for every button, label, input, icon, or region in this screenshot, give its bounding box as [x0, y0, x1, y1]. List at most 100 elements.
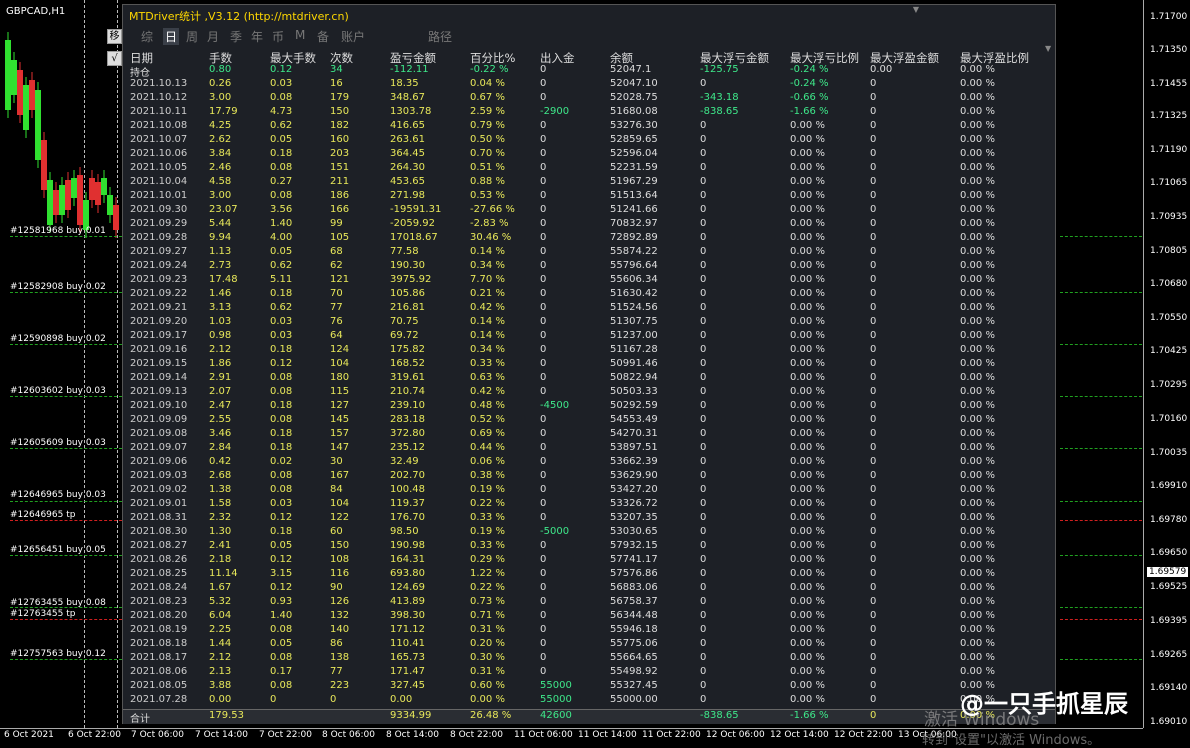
move-button[interactable]: 移 — [107, 29, 122, 44]
candle-body — [11, 60, 17, 95]
cell-9: -0.66 % — [790, 92, 829, 103]
cell-8: 0 — [700, 386, 707, 397]
cell-10: 0 — [870, 652, 877, 663]
cell-4: 190.98 — [390, 540, 425, 551]
cell-8: 0 — [700, 596, 707, 607]
cell-2: 0.62 — [270, 302, 293, 313]
cell-9: 0.00 % — [790, 358, 825, 369]
cell-8: 0 — [700, 512, 707, 523]
price-axis[interactable]: 1.71700 1.71350 1.71455 1.71325 1.71190 1.710… — [1143, 0, 1190, 728]
cell-1: 3.46 — [209, 428, 232, 439]
cell-2: 0.08 — [270, 652, 293, 663]
tab-5[interactable]: 年 — [251, 28, 263, 45]
tab-1[interactable]: 日 — [163, 28, 180, 45]
cell-9: -1.66 % — [790, 106, 829, 117]
cell-11: 0.00 % — [960, 274, 995, 285]
order-line — [1060, 659, 1142, 660]
cell-0: 2021.08.17 — [130, 652, 188, 663]
cell-6: 0 — [540, 218, 547, 229]
table-row: 2021.08.19 2.25 0.08 140 171.12 0.31 % 0 55946.… — [123, 624, 1055, 638]
cell-1: 2.62 — [209, 134, 232, 145]
cell-2: 0.18 — [270, 428, 293, 439]
cell-7: 53207.35 — [610, 512, 658, 523]
cell-1: 1.86 — [209, 358, 232, 369]
cell-3: 70 — [330, 288, 343, 299]
cell-5: 0.44 % — [470, 442, 505, 453]
cell-5: 0.51 % — [470, 162, 505, 173]
cell-6: 0 — [540, 498, 547, 509]
cell-4: 210.74 — [390, 386, 425, 397]
cell-6: 0 — [540, 442, 547, 453]
cell-1: 1.44 — [209, 638, 232, 649]
cell-10: 0 — [870, 540, 877, 551]
table-row: 2021.08.23 5.32 0.93 126 413.89 0.73 % 0 56758.… — [123, 596, 1055, 610]
cell-9: -0.24 % — [790, 78, 829, 89]
cell-6: 0 — [540, 134, 547, 145]
cell-0: 2021.09.02 — [130, 484, 188, 495]
cell-2: 0.18 — [270, 288, 293, 299]
order-line — [10, 292, 122, 293]
order-label: #12605609 buy 0.03 — [10, 438, 106, 448]
cell-6: 0 — [540, 470, 547, 481]
cell-0: 2021.08.05 — [130, 680, 188, 691]
cell-4: 32.49 — [390, 456, 419, 467]
cell-0: 2021.10.13 — [130, 78, 188, 89]
check-button[interactable]: √ — [107, 51, 122, 66]
cell-1: 17.48 — [209, 274, 238, 285]
cell-1: 4.25 — [209, 120, 232, 131]
cell-2: 0.08 — [270, 92, 293, 103]
cell-8: 0 — [700, 78, 707, 89]
cell-6: 0 — [540, 610, 547, 621]
price-tick: 1.69780 — [1150, 515, 1188, 525]
cell-10: 0 — [870, 274, 877, 285]
cell-5: 0.00 % — [470, 694, 505, 705]
tab-7[interactable]: M — [295, 28, 305, 42]
cell-11: 0.00 % — [960, 596, 995, 607]
cell-2: 1.40 — [270, 610, 293, 621]
order-label: #12581968 buy 0.01 — [10, 226, 106, 236]
cell-2: 0.05 — [270, 540, 293, 551]
cell-4: 264.30 — [390, 162, 425, 173]
scroll-down-icon[interactable]: ▼ — [1045, 44, 1051, 53]
tab-3[interactable]: 月 — [207, 28, 219, 45]
cell-6: 0 — [540, 302, 547, 313]
cell-8: 0 — [700, 680, 707, 691]
cell-11: 0.00 % — [960, 232, 995, 243]
cell-7: 55498.92 — [610, 666, 658, 677]
cell-10: 0 — [870, 680, 877, 691]
cell-5: 0.33 % — [470, 540, 505, 551]
cell-3: 76 — [330, 316, 343, 327]
dropdown-icon[interactable]: ▼ — [913, 5, 919, 14]
order-line — [1060, 501, 1142, 502]
cell-1: 2.47 — [209, 400, 232, 411]
price-tick: 1.71065 — [1150, 178, 1188, 188]
price-tick: 1.69910 — [1150, 481, 1188, 491]
cell-3: 68 — [330, 246, 343, 257]
cell-4: 119.37 — [390, 498, 425, 509]
table-row: 2021.10.01 3.00 0.08 186 271.98 0.53 % 0 51513.… — [123, 190, 1055, 204]
cell-1: 2.12 — [209, 344, 232, 355]
cell-2: 0.05 — [270, 638, 293, 649]
cell-4: 413.89 — [390, 596, 425, 607]
tab-0[interactable]: 综 — [141, 28, 153, 45]
tab-6[interactable]: 币 — [272, 28, 284, 45]
cell-8: 0 — [700, 568, 707, 579]
cell-0: 2021.08.06 — [130, 666, 188, 677]
cell-0: 2021.09.01 — [130, 498, 188, 509]
cell-8: 0 — [700, 316, 707, 327]
tab-9[interactable]: 账户 — [341, 28, 365, 45]
table-row: 2021.09.29 5.44 1.40 99 -2059.92 -2.83 % 0 7083… — [123, 218, 1055, 232]
cell-5: 0.53 % — [470, 190, 505, 201]
tab-4[interactable]: 季 — [230, 28, 242, 45]
cell-6: 0 — [540, 596, 547, 607]
cell-11: 0.00 % — [960, 330, 995, 341]
cell-7: 51307.75 — [610, 316, 658, 327]
cell-5: 7.70 % — [470, 274, 505, 285]
tab-10[interactable]: 路径 — [428, 28, 452, 45]
tab-8[interactable]: 备 — [317, 28, 329, 45]
cell-9: 0.00 % — [790, 652, 825, 663]
cell-8: -343.18 — [700, 92, 739, 103]
cell-4: 190.30 — [390, 260, 425, 271]
cell-11: 0.00 % — [960, 302, 995, 313]
tab-2[interactable]: 周 — [186, 28, 198, 45]
